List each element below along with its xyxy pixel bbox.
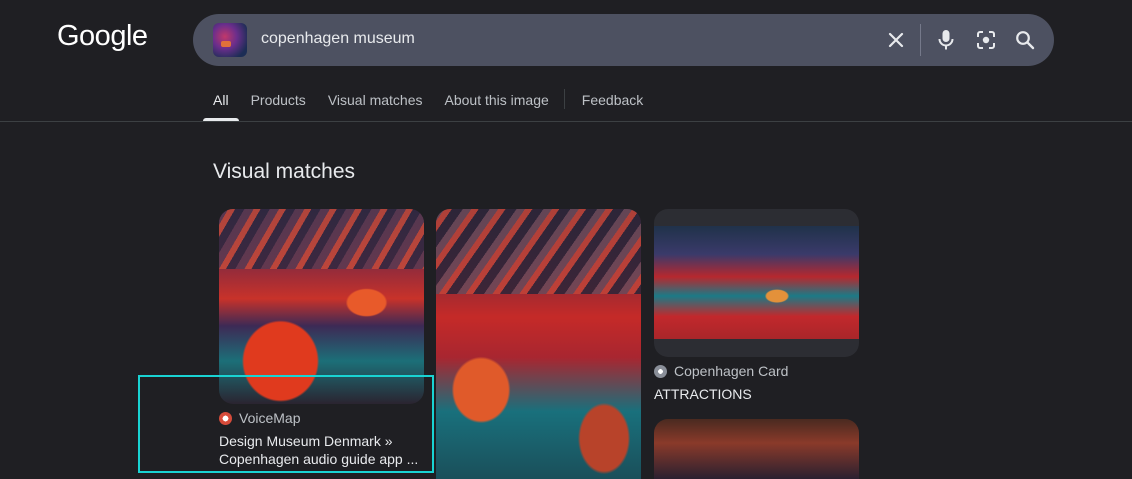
highlight-box <box>138 375 434 473</box>
google-logo[interactable]: Google <box>57 20 148 53</box>
result-image-3[interactable] <box>654 209 859 357</box>
tab-divider <box>563 89 565 109</box>
search-tabs: All Products Visual matches About this i… <box>203 84 665 121</box>
source-name: Copenhagen Card <box>674 363 789 379</box>
search-input[interactable]: copenhagen museum <box>261 30 415 48</box>
result-source-3[interactable]: Copenhagen Card <box>654 363 788 379</box>
search-box[interactable]: copenhagen museum <box>193 14 1054 66</box>
tab-about-this-image[interactable]: About this image <box>445 84 549 121</box>
result-image-3-photo <box>654 226 859 339</box>
microphone-icon[interactable] <box>933 27 959 53</box>
section-title: Visual matches <box>213 160 356 183</box>
search-divider <box>920 24 921 56</box>
tab-feedback[interactable]: Feedback <box>582 84 643 121</box>
tab-products[interactable]: Products <box>251 84 306 121</box>
tabs-divider-line <box>0 121 1132 122</box>
copenhagen-card-favicon-icon <box>654 364 667 378</box>
result-image-4[interactable] <box>654 419 859 479</box>
lens-icon[interactable] <box>973 27 999 53</box>
search-image-thumbnail[interactable] <box>213 23 247 57</box>
tab-visual-matches[interactable]: Visual matches <box>328 84 423 121</box>
result-title-3[interactable]: ATTRACTIONS <box>654 385 859 403</box>
close-icon[interactable] <box>883 27 909 53</box>
result-title-line: ATTRACTIONS <box>654 386 752 402</box>
result-image-2[interactable] <box>436 209 641 479</box>
search-icon[interactable] <box>1012 27 1038 53</box>
tab-all[interactable]: All <box>203 84 239 121</box>
